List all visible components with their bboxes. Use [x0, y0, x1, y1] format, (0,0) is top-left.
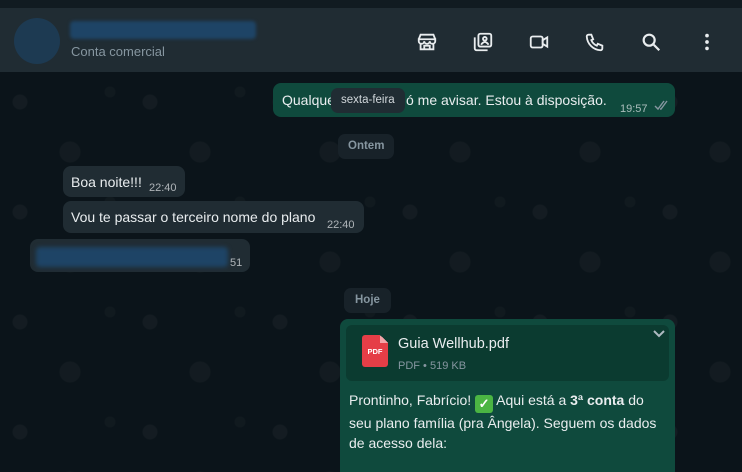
document-meta: PDF • 519 KB	[398, 360, 467, 372]
chat-window: Conta comercial Qualque ó me avisar. Est…	[0, 0, 742, 472]
chevron-down-icon[interactable]	[651, 325, 667, 341]
media-gallery-icon[interactable]	[471, 30, 495, 54]
message-text: Boa noite!!!	[71, 174, 142, 190]
contact-name-redacted[interactable]	[70, 21, 256, 39]
incoming-message-redacted[interactable]: 51	[30, 239, 250, 272]
message-text-end: ó me avisar. Estou à disposição.	[406, 92, 607, 108]
document-name: Guia Wellhub.pdf	[398, 336, 509, 352]
incoming-message[interactable]: Vou te passar o terceiro nome do plano 2…	[63, 201, 364, 233]
pdf-file-icon: PDF	[362, 335, 388, 367]
incoming-message[interactable]: Boa noite!!! 22:40	[63, 166, 185, 197]
date-pill-today: Hoje	[344, 288, 391, 313]
double-check-icon	[654, 100, 668, 111]
message-text-start: Qualque	[282, 92, 335, 108]
redacted-text	[36, 247, 228, 267]
document-attachment[interactable]: PDF Guia Wellhub.pdf PDF • 519 KB	[346, 325, 669, 381]
message-time: 51	[230, 257, 243, 269]
chat-header: Conta comercial	[0, 0, 742, 72]
menu-icon[interactable]	[695, 30, 719, 54]
voice-call-icon[interactable]	[583, 30, 607, 54]
message-time: 19:57	[620, 103, 648, 115]
date-pill-yesterday: Ontem	[338, 134, 395, 159]
message-time: 22:40	[149, 182, 177, 194]
contact-subtitle: Conta comercial	[71, 44, 165, 59]
message-text: Prontinho, Fabrício! ✓ Aqui está a 3ª co…	[349, 392, 657, 451]
message-list[interactable]: Qualque ó me avisar. Estou à disposição.…	[0, 72, 742, 472]
message-time: 22:40	[327, 219, 355, 231]
search-icon[interactable]	[639, 30, 663, 54]
outgoing-document-message[interactable]: PDF Guia Wellhub.pdf PDF • 519 KB Pronti…	[340, 319, 675, 472]
check-mark-emoji-icon: ✓	[475, 395, 494, 413]
date-pill-friday: sexta-feira	[331, 88, 405, 113]
contact-avatar[interactable]	[14, 18, 60, 64]
video-call-icon[interactable]	[527, 30, 551, 54]
message-text: Vou te passar o terceiro nome do plano	[71, 209, 316, 225]
store-icon[interactable]	[415, 30, 439, 54]
